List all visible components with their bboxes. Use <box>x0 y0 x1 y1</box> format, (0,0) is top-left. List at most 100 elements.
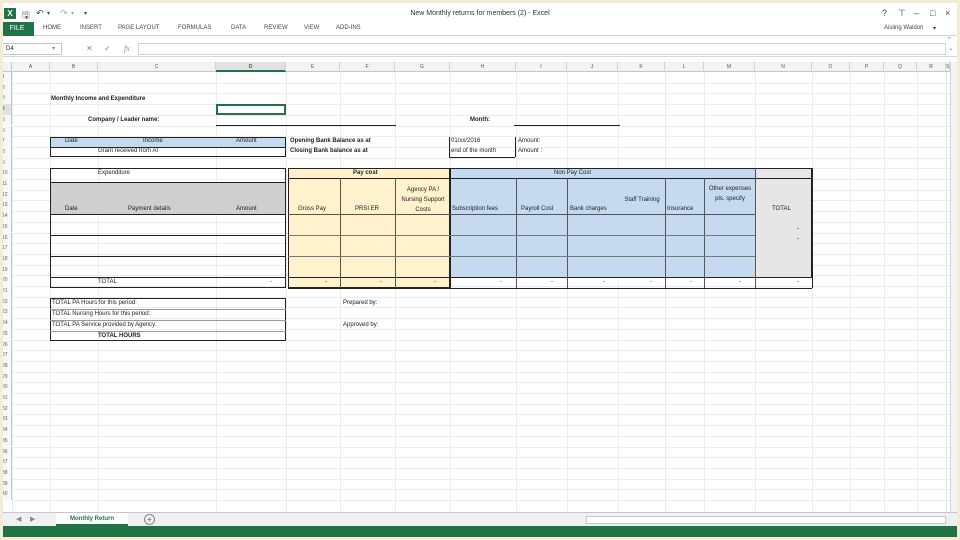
redo-dropdown-icon[interactable]: ▾ <box>71 10 74 17</box>
row-header-37[interactable]: 37 <box>0 457 12 468</box>
undo-dropdown-icon[interactable]: ▾ <box>47 10 50 17</box>
row-header-26[interactable]: 26 <box>0 339 12 351</box>
user-name[interactable]: Aisling Waldon <box>884 25 923 31</box>
row-header-24[interactable]: 24 <box>0 318 12 329</box>
row-header-40[interactable]: 40 <box>0 489 12 500</box>
tab-review[interactable]: REVIEW <box>264 25 288 31</box>
tab-formulas[interactable]: FORMULAS <box>178 25 211 31</box>
enter-icon[interactable]: ✓ <box>104 44 111 53</box>
column-header-i[interactable]: I <box>516 62 567 72</box>
row-header-25[interactable]: 25 <box>0 328 12 340</box>
opening-date[interactable]: 01/xx/2016 <box>451 138 480 144</box>
add-sheet-icon[interactable]: + <box>144 514 155 525</box>
row-header-35[interactable]: 35 <box>0 435 12 447</box>
tab-insert[interactable]: INSERT <box>80 25 102 31</box>
company-input-line[interactable] <box>216 125 396 126</box>
expand-formula-icon[interactable]: ⌄ <box>948 44 954 52</box>
column-header-a[interactable]: A <box>12 62 50 72</box>
column-header-l[interactable]: L <box>665 62 704 72</box>
row-header-16[interactable]: 16 <box>0 232 12 244</box>
column-header-c[interactable]: C <box>98 62 216 72</box>
selected-cell[interactable] <box>216 104 286 115</box>
column-header-m[interactable]: M <box>704 62 755 72</box>
tab-home[interactable]: HOME <box>43 25 61 31</box>
row-header-1[interactable]: 1 <box>0 72 12 83</box>
insert-function-icon[interactable]: fx <box>124 44 130 53</box>
name-box-dropdown-icon[interactable]: ▾ <box>52 45 55 52</box>
expenditure-title: Expenditure <box>98 170 131 176</box>
column-header-n[interactable]: N <box>755 62 812 72</box>
row-header-11[interactable]: 11 <box>0 179 12 190</box>
row-header-32[interactable]: 32 <box>0 403 12 415</box>
row-header-28[interactable]: 28 <box>0 360 12 372</box>
row-header-38[interactable]: 38 <box>0 467 12 479</box>
row-header-20[interactable]: 20 <box>0 275 12 286</box>
month-input-line[interactable] <box>514 125 620 126</box>
row-header-4[interactable]: 4 <box>0 104 12 115</box>
row-header-6[interactable]: 6 <box>0 125 12 137</box>
ribbon-tabs: FILE HOME INSERT PAGE LAYOUT FORMULAS DA… <box>0 22 960 36</box>
row-header-36[interactable]: 36 <box>0 446 12 458</box>
minimize-icon[interactable]: – <box>914 8 919 18</box>
column-header-b[interactable]: B <box>50 62 98 72</box>
prev-sheet-icon[interactable]: ◀ <box>16 515 21 523</box>
tab-page-layout[interactable]: PAGE LAYOUT <box>118 25 159 31</box>
row-header-30[interactable]: 30 <box>0 382 12 393</box>
column-header-h[interactable]: H <box>450 62 516 72</box>
row-header-12[interactable]: 12 <box>0 189 12 201</box>
column-header-j[interactable]: J <box>567 62 618 72</box>
column-header-r[interactable]: R <box>917 62 946 72</box>
row-header-18[interactable]: 18 <box>0 253 12 265</box>
column-header-q[interactable]: Q <box>884 62 917 72</box>
tab-data[interactable]: DATA <box>231 25 246 31</box>
row-header-17[interactable]: 17 <box>0 243 12 254</box>
row-header-2[interactable]: 2 <box>0 82 12 94</box>
row-header-34[interactable]: 34 <box>0 425 12 436</box>
formula-input[interactable] <box>138 43 946 55</box>
ribbon-display-icon[interactable]: ⊤ <box>898 8 906 19</box>
row-header-13[interactable]: 13 <box>0 200 12 212</box>
vertical-scrollbar[interactable] <box>950 62 960 512</box>
select-all-corner[interactable] <box>0 62 12 72</box>
row-header-5[interactable]: 5 <box>0 114 12 126</box>
tab-file[interactable]: FILE <box>0 22 34 36</box>
row-header-9[interactable]: 9 <box>0 157 12 169</box>
row-header-29[interactable]: 29 <box>0 371 12 383</box>
undo-icon[interactable]: ↶ <box>36 8 44 19</box>
help-icon[interactable]: ? <box>882 8 887 18</box>
user-dropdown-icon[interactable]: ▾ <box>933 25 936 32</box>
horizontal-scrollbar[interactable] <box>586 516 946 524</box>
sheet-tab-monthly-return[interactable]: Monthly Return <box>56 513 128 526</box>
column-header-d[interactable]: D <box>216 62 286 72</box>
tab-view[interactable]: VIEW <box>304 25 319 31</box>
row-header-19[interactable]: 19 <box>0 264 12 276</box>
column-header-p[interactable]: P <box>850 62 884 72</box>
customize-toolbar-icon[interactable]: ▾ <box>84 10 87 17</box>
row-header-27[interactable]: 27 <box>0 350 12 361</box>
column-header-g[interactable]: G <box>395 62 450 72</box>
cancel-icon[interactable]: ✕ <box>86 44 93 53</box>
row-header-3[interactable]: 3 <box>0 93 12 105</box>
closing-date[interactable]: end of the month <box>451 148 496 154</box>
row-header-15[interactable]: 15 <box>0 221 12 233</box>
row-header-7[interactable]: 7 <box>0 136 12 147</box>
row-header-14[interactable]: 14 <box>0 211 12 222</box>
maximize-icon[interactable]: □ <box>930 8 935 18</box>
row-header-23[interactable]: 23 <box>0 307 12 319</box>
row-header-33[interactable]: 33 <box>0 414 12 426</box>
row-header-10[interactable]: 10 <box>0 168 12 179</box>
income-row[interactable] <box>50 147 286 157</box>
close-icon[interactable]: × <box>945 8 950 18</box>
column-header-o[interactable]: O <box>812 62 850 72</box>
column-header-k[interactable]: K <box>618 62 665 72</box>
row-header-39[interactable]: 39 <box>0 478 12 490</box>
tab-add-ins[interactable]: ADD-INS <box>336 25 361 31</box>
redo-icon[interactable]: ↷ <box>60 8 68 19</box>
row-header-8[interactable]: 8 <box>0 146 12 158</box>
next-sheet-icon[interactable]: ▶ <box>30 515 35 523</box>
row-header-22[interactable]: 22 <box>0 296 12 308</box>
column-header-f[interactable]: F <box>340 62 395 72</box>
column-header-e[interactable]: E <box>286 62 340 72</box>
row-header-21[interactable]: 21 <box>0 286 12 297</box>
row-header-31[interactable]: 31 <box>0 393 12 404</box>
